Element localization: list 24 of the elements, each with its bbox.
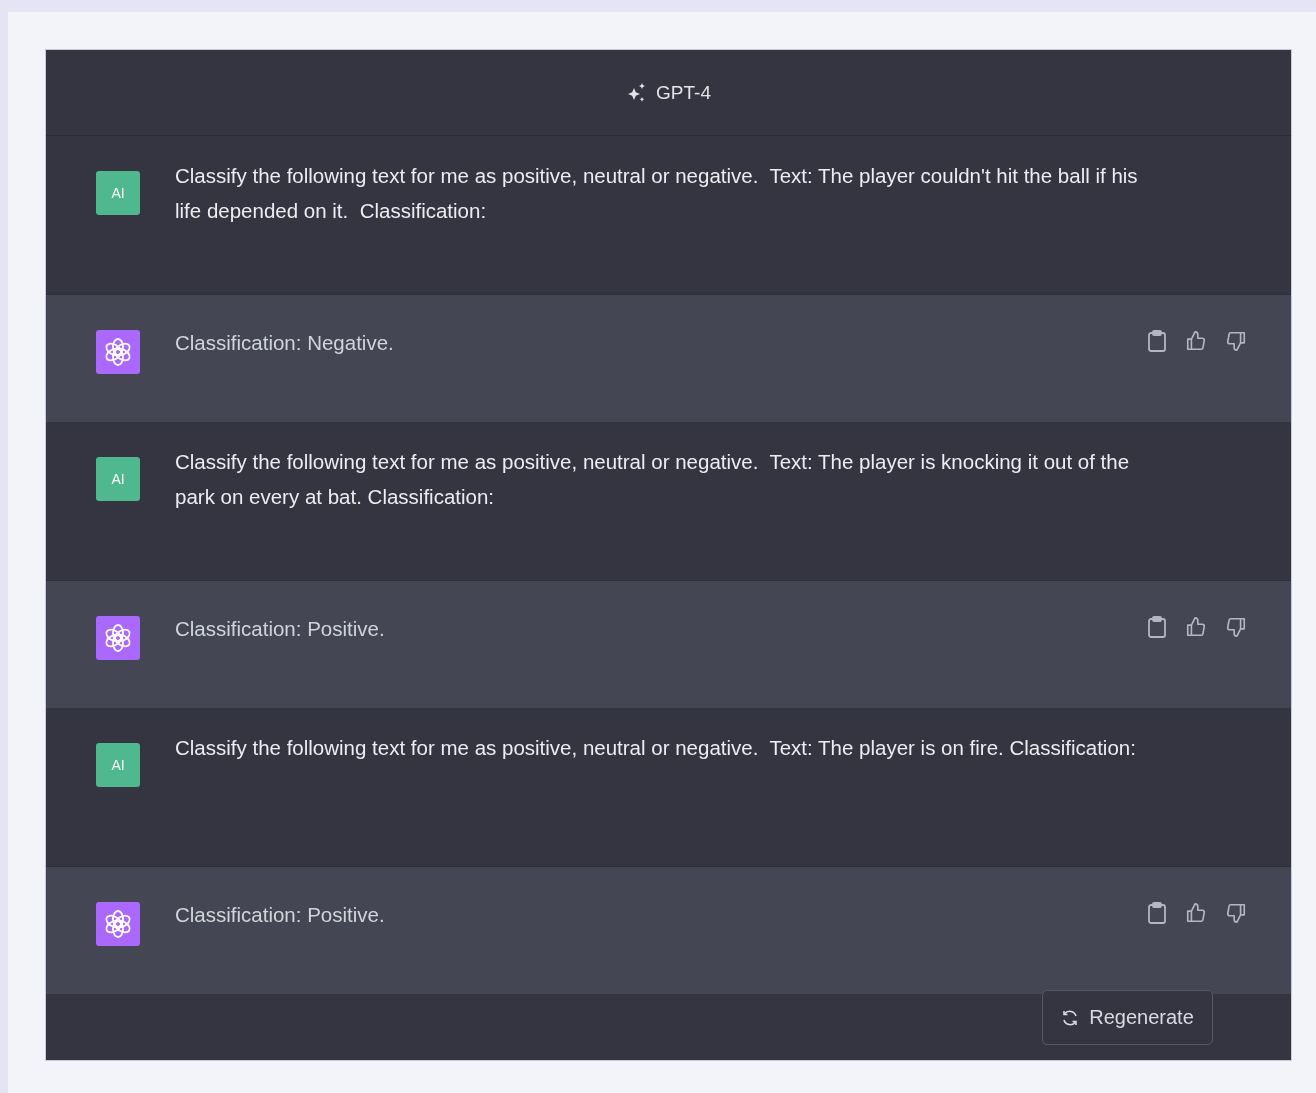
user-avatar: AI [96,457,140,501]
message-text: Classify the following text for me as positive, neutral or negative. Text: The player couldn't hit the ball if his life depended on it. Classification: [175,163,1139,224]
thumbs-up-icon[interactable] [1185,616,1207,638]
model-name: GPT-4 [656,81,711,104]
thumbs-up-icon[interactable] [1185,330,1207,352]
clipboard-icon[interactable] [1147,330,1167,352]
thumbs-down-icon[interactable] [1225,902,1247,924]
clipboard-icon[interactable] [1147,616,1167,638]
clipboard-icon[interactable] [1147,902,1167,924]
message-text: Classification: Positive. [175,616,386,642]
message-text: Classify the following text for me as positive, neutral or negative. Text: The player is on fire. Classification: [175,735,1137,761]
message-text: Classification: Positive. [175,902,386,928]
thumbs-up-icon[interactable] [1185,902,1207,924]
refresh-icon [1061,1008,1080,1027]
assistant-avatar [96,902,140,946]
message-text: Classification: Negative. [175,330,395,356]
assistant-avatar [96,616,140,660]
user-avatar: AI [96,171,140,215]
regenerate-button[interactable]: Regenerate [1042,990,1213,1045]
assistant-avatar [96,330,140,374]
thumbs-down-icon[interactable] [1225,616,1247,638]
user-avatar: AI [96,743,140,787]
message-text: Classify the following text for me as positive, neutral or negative. Text: The player is knocking it out of the park on every at bat. Classification: [175,449,1131,510]
thumbs-down-icon[interactable] [1225,330,1247,352]
